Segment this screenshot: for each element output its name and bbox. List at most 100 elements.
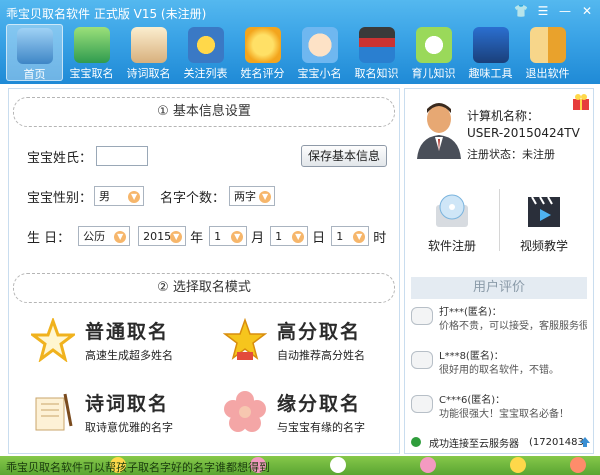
- toolbar-label: 退出软件: [525, 67, 570, 80]
- books-icon: [358, 27, 395, 63]
- toolbar-baby-naming[interactable]: 宝宝取名: [63, 24, 120, 81]
- name-length-label: 名字个数：: [160, 190, 226, 206]
- birth-label: 生 日：: [27, 230, 71, 246]
- baby-icon: [301, 27, 338, 63]
- calendar-select[interactable]: 公历 ▼: [78, 226, 131, 246]
- window-title: 乖宝贝取名软件 正式版 V15 (未注册): [6, 7, 207, 21]
- flower-decoration: [510, 457, 526, 473]
- toolbar-label: 诗词取名: [126, 67, 171, 80]
- gender-select[interactable]: 男 ▼: [94, 186, 145, 206]
- toolbar-label: 首页: [23, 68, 46, 81]
- mode-poetry-text: 诗词取名 取诗意优雅的名字: [85, 389, 173, 435]
- day-select[interactable]: 1 ▼: [270, 226, 309, 246]
- toolbar-watch-list[interactable]: 关注列表: [177, 24, 234, 81]
- chevron-down-icon: ▼: [170, 231, 183, 243]
- upload-arrow-icon[interactable]: [579, 436, 591, 448]
- review-text: 很好用的取名软件，不错。: [439, 365, 559, 376]
- mode-high-score[interactable]: 高分取名 自动推荐高分姓名: [223, 317, 365, 363]
- month-value: 1: [214, 229, 222, 243]
- flower-decoration: [330, 457, 346, 473]
- close-icon[interactable]: ✕: [578, 3, 596, 19]
- chat-bubble-icon: [411, 351, 433, 369]
- mode-title: 诗词取名: [85, 393, 170, 415]
- mode-fate[interactable]: 缘分取名 与宝宝有缘的名字: [223, 389, 365, 435]
- hour-unit: 时: [373, 230, 387, 246]
- surname-label: 宝宝姓氏：: [27, 150, 93, 166]
- clapperboard-icon: [528, 196, 560, 227]
- gift-icon[interactable]: [571, 91, 591, 111]
- toolbar-label: 趣味工具: [468, 67, 513, 80]
- home-monitor-icon: [16, 28, 53, 64]
- connection-status: 成功连接至云服务器 (17201483): [411, 434, 589, 450]
- flower-decoration: [420, 457, 436, 473]
- menu-icon[interactable]: ☰: [534, 3, 552, 19]
- mode-title: 高分取名: [277, 321, 362, 343]
- toolbar-label: 宝宝取名: [69, 67, 114, 80]
- software-register-button[interactable]: 软件注册: [417, 191, 487, 254]
- connection-text: 成功连接至云服务器: [429, 438, 519, 450]
- connected-icon: [411, 437, 421, 447]
- scroll-icon: [130, 27, 167, 63]
- day-value: 1: [275, 229, 283, 243]
- review-author: L***8(匿名)：: [439, 351, 504, 362]
- toolbar-nickname[interactable]: 宝宝小名: [291, 24, 348, 81]
- reviews-header: 用户评价: [411, 277, 587, 299]
- mode-normal-text: 普通取名 高速生成超多姓名: [85, 317, 173, 363]
- chevron-down-icon: ▼: [231, 231, 244, 243]
- chevron-down-icon: ▼: [353, 231, 366, 243]
- month-select[interactable]: 1 ▼: [209, 226, 248, 246]
- month-unit: 月: [251, 230, 265, 246]
- name-length-select[interactable]: 两字 ▼: [229, 186, 276, 206]
- window-controls: 👕 ☰ — ✕: [512, 3, 596, 19]
- disc-register-icon: [436, 194, 468, 227]
- name-length-value: 两字: [234, 190, 257, 203]
- skin-icon[interactable]: 👕: [512, 3, 530, 19]
- year-unit: 年: [190, 230, 204, 246]
- year-select[interactable]: 2015 ▼: [138, 226, 187, 246]
- star-outline-icon: [31, 318, 75, 362]
- toolbar-name-score[interactable]: 姓名评分: [234, 24, 291, 81]
- review-text: 价格不贵，可以接受，客服服务很好...: [439, 321, 587, 332]
- screen-icon: [73, 27, 110, 63]
- chat-bubble-icon: [411, 395, 433, 413]
- mode-normal[interactable]: 普通取名 高速生成超多姓名: [31, 317, 173, 363]
- exit-door-icon: [529, 27, 566, 63]
- star-list-icon: [187, 27, 224, 63]
- toolbar-parenting[interactable]: 育儿知识: [405, 24, 462, 81]
- minimize-icon[interactable]: —: [556, 3, 574, 19]
- divider: [499, 189, 500, 251]
- save-basic-info-button[interactable]: 保存基本信息: [301, 145, 388, 167]
- main-panel: ① 基本信息设置 宝宝姓氏： 保存基本信息 宝宝性别： 男 ▼ 名字个数： 两字…: [8, 88, 400, 454]
- pc-name-label: 计算机名称：: [467, 109, 540, 123]
- registration-status: 注册状态：未注册: [467, 148, 555, 161]
- list-item: 打***(匿名)： 价格不贵，可以接受，客服服务很好...: [411, 301, 587, 341]
- reviews-list[interactable]: 打***(匿名)： 价格不贵，可以接受，客服服务很好... L***8(匿名)：…: [411, 301, 587, 431]
- toolbar-fun-tools[interactable]: 趣味工具: [462, 24, 519, 81]
- mode-title: 普通取名: [85, 321, 170, 343]
- gender-value: 男: [99, 190, 111, 203]
- chevron-down-icon: ▼: [259, 191, 272, 203]
- flower-clock-icon: [415, 27, 452, 63]
- poetry-book-icon: [35, 393, 73, 431]
- footer-text: 乖宝贝取名软件可以帮孩子取名字好的名字谁都想得到: [6, 461, 270, 474]
- atv-icon: [472, 27, 509, 63]
- toolbar-home[interactable]: 首页: [6, 24, 63, 81]
- mode-title: 缘分取名: [277, 393, 362, 415]
- surname-input[interactable]: [96, 146, 149, 166]
- toolbar-exit[interactable]: 退出软件: [519, 24, 576, 81]
- register-label: 软件注册: [427, 239, 476, 253]
- mode-poetry[interactable]: 诗词取名 取诗意优雅的名字: [31, 389, 173, 435]
- review-text: 功能很强大！宝宝取名必备！: [439, 409, 569, 420]
- footer-banner: 乖宝贝取名软件可以帮孩子取名字好的名字谁都想得到: [0, 456, 600, 475]
- toolbar-naming-knowledge[interactable]: 取名知识: [348, 24, 405, 81]
- gender-label: 宝宝性别：: [27, 190, 93, 206]
- mode-high-score-text: 高分取名 自动推荐高分姓名: [277, 317, 365, 363]
- star-score-icon: [244, 27, 281, 63]
- video-tutorial-button[interactable]: 视频教学: [509, 191, 579, 254]
- title-toolbar-area: 乖宝贝取名软件 正式版 V15 (未注册) 👕 ☰ — ✕ 首页 宝宝取名 诗词…: [0, 0, 600, 84]
- toolbar-label: 取名知识: [354, 67, 399, 80]
- calendar-value: 公历: [83, 230, 106, 243]
- review-author: C***6(匿名)：: [439, 395, 506, 406]
- toolbar-poetry-naming[interactable]: 诗词取名: [120, 24, 177, 81]
- hour-select[interactable]: 1 ▼: [331, 226, 370, 246]
